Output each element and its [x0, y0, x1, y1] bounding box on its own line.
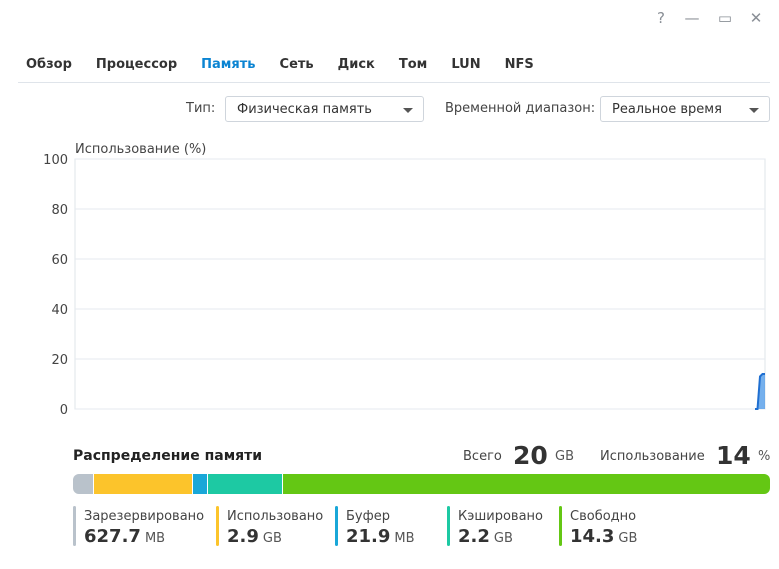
tab-memory[interactable]: Память [201, 48, 255, 82]
type-select[interactable]: Физическая память [225, 96, 424, 122]
legend-unit: MB [394, 531, 415, 546]
usage-unit: % [758, 449, 771, 464]
memory-distribution-bar [73, 474, 770, 494]
legend-unit: GB [618, 531, 638, 546]
range-select[interactable]: Реальное время [600, 96, 770, 122]
bar-segment-cached [208, 474, 284, 494]
total-value: 20 [513, 441, 548, 470]
legend-color-mark [335, 506, 338, 546]
bar-segment-free [283, 474, 770, 494]
tab-volume[interactable]: Том [399, 48, 427, 82]
bar-segment-buffer [192, 474, 209, 494]
help-icon[interactable]: ? [649, 6, 673, 30]
legend-color-mark [73, 506, 76, 546]
memory-usage-chart: Использование (%) 100 80 60 40 20 0 [43, 142, 766, 418]
legend-label: Использовано [227, 509, 324, 524]
bar-segment-used [93, 474, 193, 494]
legend-value: 2.9 [227, 526, 259, 547]
y-tick-label: 60 [51, 253, 68, 268]
legend-unit: GB [493, 531, 513, 546]
legend-label: Свободно [570, 509, 637, 524]
range-select-value: Реальное время [612, 102, 722, 117]
tab-cpu[interactable]: Процессор [96, 48, 177, 82]
y-tick-label: 20 [51, 353, 68, 368]
legend-color-mark [447, 506, 450, 546]
legend-unit: GB [262, 531, 282, 546]
memory-distribution-title: Распределение памяти [73, 448, 263, 464]
legend-value: 2.2 [458, 526, 490, 547]
type-label: Тип: [186, 101, 216, 116]
plot-area [74, 158, 766, 410]
legend-cached: Кэшировано 2.2 GB [447, 506, 543, 547]
usage-label: Использование [600, 449, 705, 464]
tab-lun[interactable]: LUN [451, 48, 480, 82]
y-tick-label: 0 [60, 403, 68, 418]
legend-color-mark [216, 506, 219, 546]
close-icon[interactable]: ✕ [744, 6, 768, 30]
tab-network[interactable]: Сеть [280, 48, 314, 82]
tab-overview[interactable]: Обзор [26, 48, 72, 82]
chevron-down-icon [403, 108, 413, 113]
minimize-icon[interactable]: — [680, 6, 704, 30]
bar-segment-reserved [73, 474, 94, 494]
legend-label: Буфер [346, 509, 390, 524]
total-label: Всего [463, 449, 502, 464]
range-label: Временной диапазон: [445, 101, 596, 116]
tab-disk[interactable]: Диск [338, 48, 375, 82]
y-tick-label: 80 [51, 203, 68, 218]
y-axis-label: Использование (%) [75, 142, 206, 157]
tab-nfs[interactable]: NFS [505, 48, 534, 82]
y-tick-label: 100 [43, 153, 68, 168]
legend-reserved: Зарезервировано 627.7 MB [73, 506, 204, 547]
maximize-icon[interactable]: ▭ [713, 6, 737, 30]
legend-value: 627.7 [84, 526, 141, 547]
legend-buffer: Буфер 21.9 MB [335, 506, 415, 547]
legend-value: 14.3 [570, 526, 615, 547]
usage-value: 14 [716, 441, 751, 470]
total-unit: GB [555, 449, 574, 464]
legend-label: Зарезервировано [84, 509, 205, 524]
type-select-value: Физическая память [237, 102, 372, 117]
tab-bar: Обзор Процессор Память Сеть Диск Том LUN… [18, 48, 770, 83]
legend-value: 21.9 [346, 526, 391, 547]
chevron-down-icon [749, 108, 759, 113]
legend-label: Кэшировано [458, 509, 543, 524]
legend-free: Свободно 14.3 GB [559, 506, 637, 547]
legend-color-mark [559, 506, 562, 546]
legend-unit: MB [144, 531, 166, 546]
legend-used: Использовано 2.9 GB [216, 506, 323, 547]
y-tick-label: 40 [51, 303, 68, 318]
